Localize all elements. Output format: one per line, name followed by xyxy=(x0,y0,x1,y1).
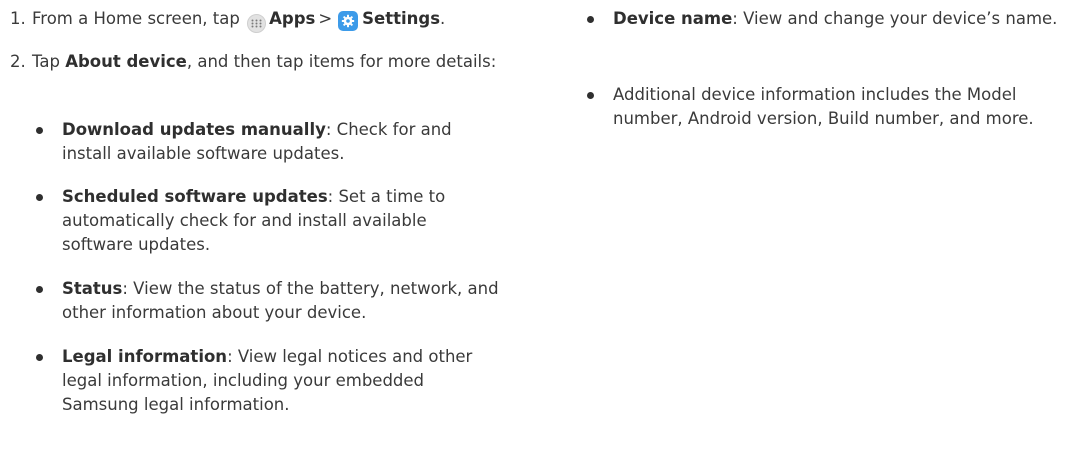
list-item: Status: View the status of the battery, … xyxy=(32,277,502,325)
bullet-term: Download updates manually xyxy=(62,120,326,139)
step-text: From a Home screen, tap xyxy=(32,9,240,28)
settings-label: Settings xyxy=(362,9,441,28)
list-item: Device name: View and change your device… xyxy=(583,7,1065,31)
bullet-term: Legal information xyxy=(62,347,228,366)
bullet-desc: : View and change your device’s name. xyxy=(732,9,1058,28)
bullet-desc: : View the status of the battery, networ… xyxy=(62,279,499,322)
about-device-label: About device xyxy=(65,52,187,71)
step-text: Tap xyxy=(32,52,60,71)
list-item: Additional device information includes t… xyxy=(583,83,1065,131)
bullet-term: Scheduled software updates xyxy=(62,187,328,206)
settings-gear-icon xyxy=(338,11,359,31)
step-2: 2. Tap About device, and then tap items f… xyxy=(10,50,532,74)
list-item: Download updates manually: Check for and… xyxy=(32,118,502,166)
apps-grid-icon xyxy=(247,14,267,33)
step-1: 1. From a Home screen, tap Apps > Settin… xyxy=(10,7,572,33)
step-text-end: , and then tap items for more details: xyxy=(186,52,497,71)
step-number: 2. xyxy=(10,52,26,71)
bullet-desc: Additional device information includes t… xyxy=(613,85,1034,128)
apps-label: Apps xyxy=(269,9,316,28)
step-text-end: . xyxy=(440,9,446,28)
bullet-term: Status xyxy=(62,279,123,298)
list-item: Scheduled software updates: Set a time t… xyxy=(32,185,502,257)
step-number: 1. xyxy=(10,9,26,28)
path-separator: > xyxy=(318,9,333,28)
list-item: Legal information: View legal notices an… xyxy=(32,345,502,417)
bullet-term: Device name xyxy=(613,9,733,28)
